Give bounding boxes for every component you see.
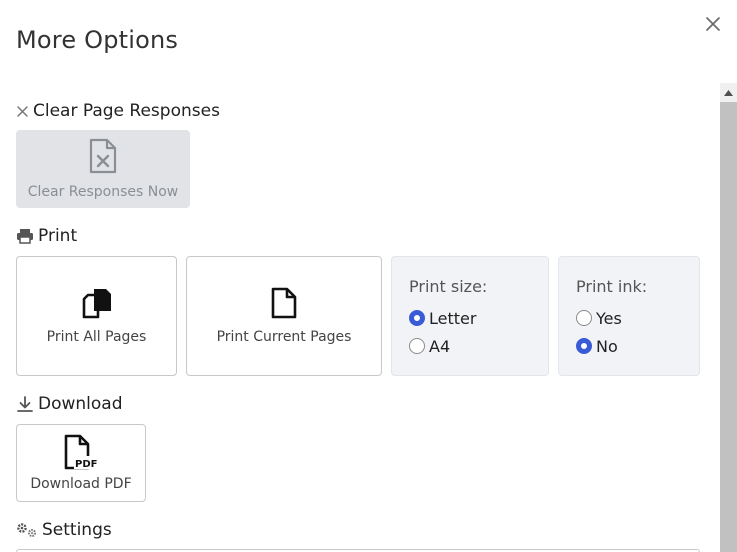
- copy-pages-icon: [80, 287, 114, 323]
- print-size-heading: Print size:: [409, 277, 488, 296]
- print-current-pages-label: Print Current Pages: [216, 329, 352, 345]
- radio-checked-icon[interactable]: [576, 338, 592, 354]
- download-pdf-label: Download PDF: [30, 476, 132, 492]
- x-icon: [16, 105, 29, 118]
- radio-unchecked-icon[interactable]: [409, 338, 425, 354]
- dialog-title: More Options: [16, 26, 179, 54]
- clear-section-heading: Clear Page Responses: [16, 101, 220, 121]
- printer-icon: [16, 228, 34, 244]
- print-size-a4-option[interactable]: A4: [409, 332, 532, 360]
- print-size-letter-label: Letter: [429, 308, 477, 328]
- svg-text:PDF: PDF: [75, 459, 97, 470]
- scrollbar-thumb[interactable]: [720, 102, 737, 552]
- radio-checked-icon[interactable]: [409, 310, 425, 326]
- settings-section-label: Settings: [42, 520, 112, 540]
- print-ink-group: Print ink: Yes No: [558, 256, 700, 376]
- print-all-pages-button[interactable]: Print All Pages: [16, 256, 177, 376]
- print-ink-heading: Print ink:: [576, 277, 648, 296]
- print-size-letter-option[interactable]: Letter: [409, 304, 532, 332]
- gears-icon: [16, 522, 38, 538]
- download-pdf-button[interactable]: PDF Download PDF: [16, 424, 146, 502]
- print-current-pages-button[interactable]: Print Current Pages: [186, 256, 382, 376]
- settings-section-heading: Settings: [16, 520, 112, 540]
- print-ink-no-label: No: [596, 336, 618, 356]
- file-clear-icon: [89, 138, 117, 178]
- print-ink-yes-option[interactable]: Yes: [576, 304, 683, 332]
- download-section-label: Download: [38, 394, 123, 414]
- scroll-up-arrow-icon[interactable]: [720, 83, 737, 102]
- close-icon[interactable]: [703, 14, 723, 34]
- clear-responses-label: Clear Responses Now: [27, 184, 179, 200]
- clear-section-label: Clear Page Responses: [33, 101, 220, 121]
- print-size-group: Print size: Letter A4: [391, 256, 549, 376]
- print-all-pages-label: Print All Pages: [46, 329, 147, 345]
- download-icon: [16, 395, 34, 413]
- print-section-heading: Print: [16, 226, 77, 246]
- print-section-label: Print: [38, 226, 78, 246]
- clear-responses-button[interactable]: Clear Responses Now: [16, 130, 190, 208]
- print-size-a4-label: A4: [429, 336, 451, 356]
- print-ink-no-option[interactable]: No: [576, 332, 683, 360]
- download-section-heading: Download: [16, 394, 123, 414]
- radio-unchecked-icon[interactable]: [576, 310, 592, 326]
- print-ink-yes-label: Yes: [596, 308, 622, 328]
- file-pdf-icon: PDF: [62, 434, 100, 474]
- file-icon: [271, 287, 297, 323]
